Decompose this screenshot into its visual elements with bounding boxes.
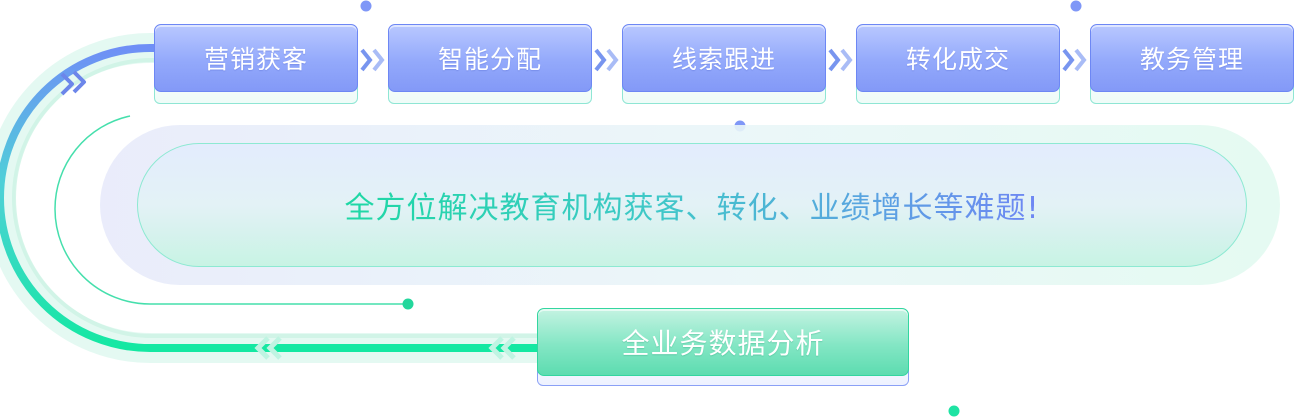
- step-button-distribution[interactable]: 智能分配: [388, 24, 592, 92]
- double-chevron-right-icon: [828, 48, 853, 72]
- banner: 全方位解决教育机构获客、转化、业绩增长等难题!: [137, 143, 1247, 267]
- dot-marker-icon: [402, 298, 414, 310]
- step-academic: 教务管理: [1090, 24, 1294, 108]
- double-chevron-right-icon: [360, 48, 385, 72]
- banner-text: 全方位解决教育机构获客、转化、业绩增长等难题!: [344, 183, 1039, 227]
- double-chevron-right-icon: [594, 48, 619, 72]
- step-button-followup[interactable]: 线索跟进: [622, 24, 826, 92]
- step-conversion: 转化成交: [856, 24, 1060, 108]
- analysis-button[interactable]: 全业务数据分析: [537, 308, 909, 376]
- step-marketing: 营销获客: [154, 24, 358, 108]
- dot-marker-icon: [360, 0, 372, 12]
- step-button-academic[interactable]: 教务管理: [1090, 24, 1294, 92]
- step-button-marketing[interactable]: 营销获客: [154, 24, 358, 92]
- step-button-conversion[interactable]: 转化成交: [856, 24, 1060, 92]
- dot-marker-icon: [948, 405, 960, 417]
- analysis-block: 全业务数据分析: [537, 308, 909, 388]
- step-followup: 线索跟进: [622, 24, 826, 108]
- step-distribution: 智能分配: [388, 24, 592, 108]
- dot-marker-icon: [1070, 0, 1082, 12]
- double-chevron-right-icon: [1062, 48, 1087, 72]
